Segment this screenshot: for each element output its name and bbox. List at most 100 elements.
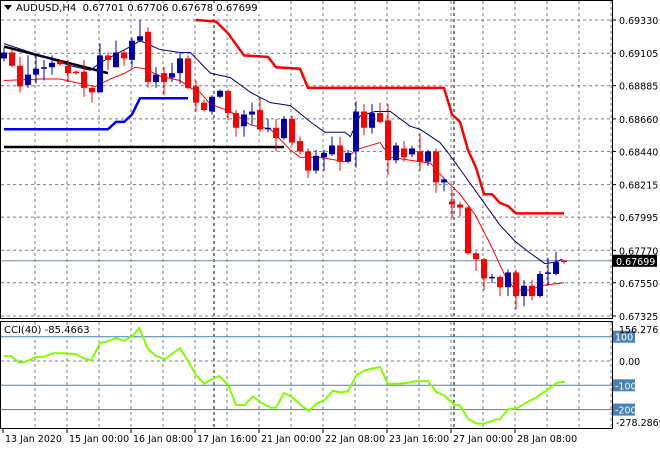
candle-bullish xyxy=(537,270,543,298)
time-axis-label: 16 Jan 08:00 xyxy=(133,434,193,445)
candle-bullish xyxy=(113,40,119,68)
candle-bearish xyxy=(193,80,199,112)
cci-panel-frame xyxy=(0,321,613,429)
cci-label: CCI(40) -85.4663 xyxy=(4,325,90,336)
candle-body xyxy=(385,120,391,161)
candle-body xyxy=(313,155,319,171)
candle-bearish xyxy=(433,148,439,193)
candle-body xyxy=(137,36,143,41)
candle-bearish xyxy=(185,55,191,90)
candle-bearish xyxy=(105,52,111,71)
candle-bullish xyxy=(369,104,375,134)
candle-body xyxy=(345,152,351,162)
candle-bullish xyxy=(545,257,551,286)
candle-body xyxy=(529,285,535,297)
price-axis-label: 0.68885 xyxy=(619,82,658,93)
cci-max-label: 156.276 xyxy=(619,325,658,336)
price-axis-label: 0.67550 xyxy=(619,279,658,290)
candle-bearish xyxy=(417,133,423,171)
candle-bearish xyxy=(377,102,383,124)
current-price-label: 0.67699 xyxy=(616,257,655,268)
candle-bullish xyxy=(1,48,7,62)
candle-body xyxy=(425,151,431,162)
candle-body xyxy=(9,52,15,66)
candle-bullish xyxy=(137,20,143,43)
candle-bullish xyxy=(153,67,159,88)
candle-bullish xyxy=(177,52,183,84)
candle-bearish xyxy=(89,86,95,103)
candle-bullish xyxy=(553,251,559,276)
dropdown-triangle-icon[interactable] xyxy=(4,5,12,10)
candle-body xyxy=(489,276,495,279)
candle-body xyxy=(401,148,407,158)
candle-body xyxy=(409,148,415,155)
candle-body xyxy=(369,113,375,128)
candle-body xyxy=(97,55,103,93)
candle-body xyxy=(505,272,511,288)
candle-body xyxy=(81,71,87,88)
candle-bearish xyxy=(145,27,151,88)
candle-body xyxy=(41,67,47,69)
candle-bullish xyxy=(217,89,223,99)
candle-bearish xyxy=(497,275,503,297)
open-value: 0.67701 xyxy=(82,3,125,14)
candle-bullish xyxy=(129,37,135,68)
candle-bullish xyxy=(97,43,103,93)
candle-bullish xyxy=(393,142,399,164)
candle-body xyxy=(249,111,255,115)
price-axis-label: 0.68660 xyxy=(619,115,658,126)
candle-bearish xyxy=(513,269,519,310)
candle-body xyxy=(73,71,79,74)
candle-body xyxy=(17,65,23,87)
price-chart[interactable]: 0.69330 0.69105 0.68885 0.68660 0.68440 0.682… xyxy=(0,0,660,450)
high-value: 0.67706 xyxy=(127,3,169,14)
candle-bearish xyxy=(481,257,487,291)
candle-bearish xyxy=(257,98,263,133)
candle-bearish xyxy=(305,148,311,178)
candle-bullish xyxy=(353,101,359,168)
candle-body xyxy=(465,207,471,254)
candle-body xyxy=(433,151,439,183)
candle-body xyxy=(121,52,127,59)
time-axis-label: 22 Jan 08:00 xyxy=(325,434,385,445)
candle-bullish xyxy=(489,273,495,283)
candle-body xyxy=(193,86,199,103)
candle-bullish xyxy=(345,149,351,164)
candle-bearish xyxy=(73,70,79,75)
candle-body xyxy=(497,276,503,288)
candle-body xyxy=(457,204,463,208)
candle-body xyxy=(33,68,39,75)
candle-body xyxy=(545,272,551,274)
time-axis-label: 27 Jan 00:00 xyxy=(453,434,513,445)
candle-body xyxy=(321,152,327,158)
candle-bearish xyxy=(361,104,367,136)
candle-bearish xyxy=(465,206,471,255)
candle-bearish xyxy=(161,67,167,96)
candle-bullish xyxy=(321,149,327,171)
candle-body xyxy=(553,262,559,274)
candle-bearish xyxy=(201,99,207,112)
candle-body xyxy=(305,151,311,171)
candle-body xyxy=(297,141,303,152)
price-axis-label: 0.67325 xyxy=(619,312,658,323)
candle-body xyxy=(377,113,383,122)
candle-body xyxy=(57,61,63,65)
time-axis-label: 23 Jan 16:00 xyxy=(389,434,449,445)
time-axis-label: 28 Jan 08:00 xyxy=(517,434,577,445)
time-axis-label: 15 Jan 00:00 xyxy=(69,434,129,445)
moving-average-slow xyxy=(3,40,563,265)
candle-bullish xyxy=(249,102,255,125)
cci-min-label: -278.2869 xyxy=(616,418,660,429)
candle-body xyxy=(145,31,151,83)
candle-body xyxy=(201,102,207,111)
candle-body xyxy=(481,259,487,279)
candle-bullish xyxy=(25,55,31,88)
price-axis-label: 0.68440 xyxy=(619,147,658,158)
candle-body xyxy=(65,65,71,74)
candle-body xyxy=(209,96,215,112)
candle-body xyxy=(329,145,335,155)
candle-body xyxy=(233,113,239,128)
candle-body xyxy=(265,127,271,130)
candle-body xyxy=(393,145,399,161)
candle-bullish xyxy=(241,110,247,137)
